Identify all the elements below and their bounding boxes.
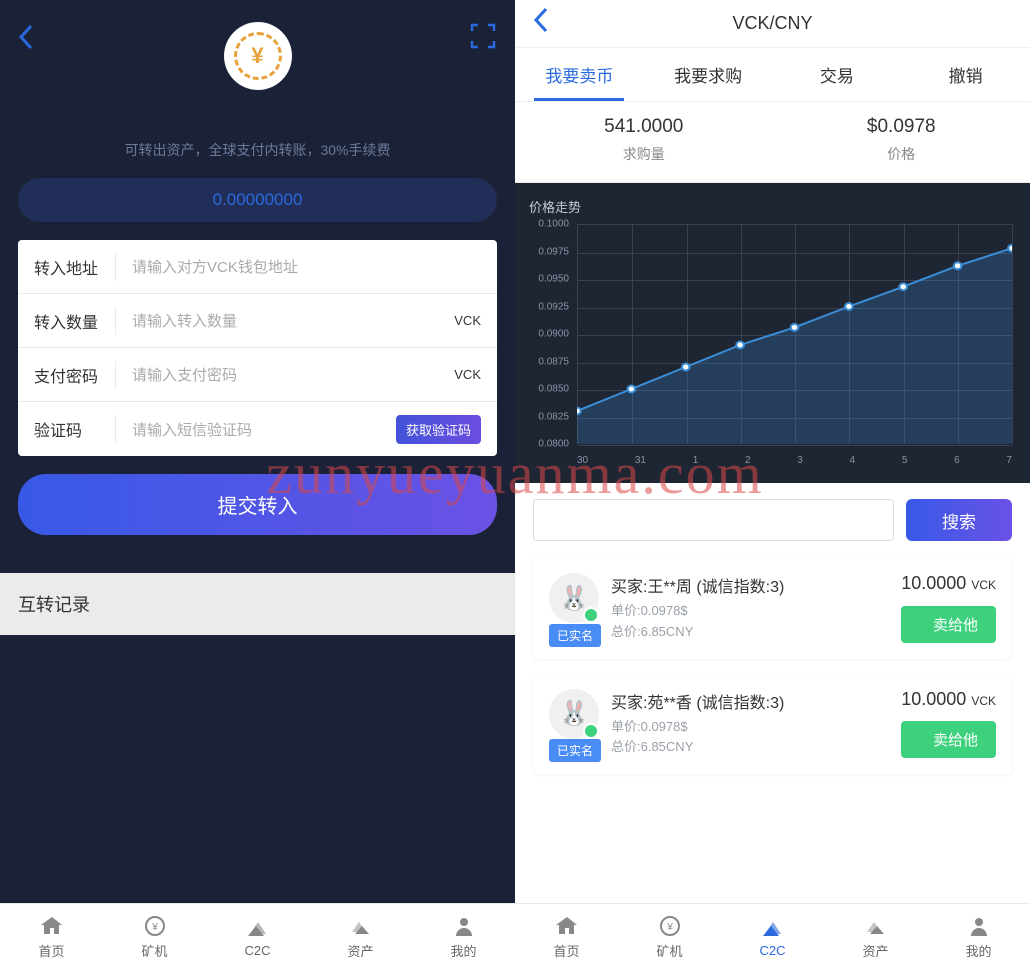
x-tick: 3 [797,455,803,466]
c2c-icon [761,916,785,940]
price-chart: 价格走势 0.1000 0.0975 0.0950 0.0925 0.0900 0.087… [515,183,1030,483]
transfer-screen: ¥ 可转出资产，全球支付内转账，30%手续费 0.00000000 转入地址 请… [0,0,515,969]
svg-text:¥: ¥ [151,922,158,933]
address-label: 转入地址 [34,253,116,281]
x-tick: 5 [902,455,908,466]
chart-title: 价格走势 [529,197,1016,216]
chevron-left-icon [533,7,549,33]
x-tick: 4 [850,455,856,466]
y-tick: 0.0925 [538,301,569,312]
y-tick: 0.0850 [538,384,569,395]
assets-icon [864,914,888,938]
history-section: 互转记录 [0,573,515,635]
x-tick: 7 [1006,455,1012,466]
assets-icon [349,914,373,938]
nav-assets[interactable]: 资产 [309,904,412,969]
nav-c2c[interactable]: C2C [206,904,309,969]
tab-buy[interactable]: 我要求购 [644,48,773,101]
nav-home[interactable]: 首页 [0,904,103,969]
tab-trade[interactable]: 交易 [773,48,902,101]
verified-badge: 已实名 [549,739,601,762]
coin-logo: ¥ [224,22,292,90]
user-icon [452,914,476,938]
x-tick: 1 [693,455,699,466]
back-button-right[interactable] [533,7,549,40]
stats-row: 541.0000 求购量 $0.0978 价格 [515,102,1030,183]
sell-to-button[interactable]: 卖给他 [901,606,996,643]
buyer-unit-price: 单价:0.0978$ [611,601,901,622]
nav-assets[interactable]: 资产 [824,904,927,969]
market-screen: VCK/CNY 我要卖币 我要求购 交易 撤销 541.0000 求购量 $0.… [515,0,1030,969]
x-tick: 31 [635,455,646,466]
nav-mine[interactable]: 我的 [412,904,515,969]
y-tick: 0.0825 [538,411,569,422]
home-icon [555,914,579,938]
y-tick: 0.0800 [538,439,569,450]
buyer-total: 总价:6.85CNY [611,622,901,643]
buyer-name: 买家:王**周 (诚信指数:3) [611,573,901,597]
back-button[interactable] [18,24,34,57]
c2c-icon [246,916,270,940]
y-tick: 0.0975 [538,246,569,257]
amount-input[interactable]: 请输入转入数量VCK [116,310,481,331]
buyer-amount: 10.0000 VCK [901,573,996,594]
balance-display: 0.00000000 [18,178,497,222]
buyer-card: 🐰 买家:王**周 (诚信指数:3) 单价:0.0978$总价:6.85CNY 已实名… [533,557,1012,659]
buy-amount-value: 541.0000 [515,116,773,138]
buyer-total: 总价:6.85CNY [611,737,901,758]
search-button[interactable]: 搜索 [906,499,1012,541]
miner-icon: ¥ [143,914,167,938]
nav-mine[interactable]: 我的 [927,904,1030,969]
x-tick: 30 [577,455,588,466]
market-tabs: 我要卖币 我要求购 交易 撤销 [515,48,1030,102]
x-tick: 6 [954,455,960,466]
price-value: $0.0978 [773,116,1030,138]
tab-sell[interactable]: 我要卖币 [515,48,644,101]
scan-icon [469,22,497,50]
x-tick: 2 [745,455,751,466]
avatar: 🐰 [549,689,599,739]
amount-label: 转入数量 [34,307,116,335]
nav-miner[interactable]: ¥矿机 [103,904,206,969]
buy-amount-label: 求购量 [515,144,773,164]
user-icon [967,914,991,938]
avatar: 🐰 [549,573,599,623]
chevron-left-icon [18,24,34,50]
code-label: 验证码 [34,415,116,443]
y-tick: 0.0950 [538,274,569,285]
scan-button[interactable] [469,22,497,50]
password-input[interactable]: 请输入支付密码VCK [116,364,481,385]
y-tick: 0.0900 [538,329,569,340]
buyer-name: 买家:苑**香 (诚信指数:3) [611,689,901,713]
bottom-nav-left: 首页 ¥矿机 C2C 资产 我的 [0,903,515,969]
nav-c2c[interactable]: C2C [721,904,824,969]
password-label: 支付密码 [34,361,116,389]
transfer-info-text: 可转出资产，全球支付内转账，30%手续费 [18,140,497,160]
get-code-button[interactable]: 获取验证码 [396,415,481,444]
buyer-amount: 10.0000 VCK [901,689,996,710]
y-tick: 0.1000 [538,219,569,230]
price-label: 价格 [773,144,1030,164]
bottom-nav-right: 首页 ¥矿机 C2C 资产 我的 [515,903,1030,969]
svg-text:¥: ¥ [666,922,673,933]
buyer-card: 🐰 买家:苑**香 (诚信指数:3) 单价:0.0978$总价:6.85CNY 已实名… [533,673,1012,775]
search-input[interactable] [533,499,894,541]
transfer-form: 转入地址 请输入对方VCK钱包地址 转入数量 请输入转入数量VCK 支付密码 请… [18,240,497,456]
page-title: VCK/CNY [732,13,812,34]
history-title: 互转记录 [18,591,497,617]
nav-miner[interactable]: ¥矿机 [618,904,721,969]
verified-badge: 已实名 [549,624,601,647]
buyer-unit-price: 单价:0.0978$ [611,717,901,738]
y-tick: 0.0875 [538,356,569,367]
submit-transfer-button[interactable]: 提交转入 [18,474,497,535]
home-icon [40,914,64,938]
tab-cancel[interactable]: 撤销 [901,48,1030,101]
code-input[interactable]: 请输入短信验证码获取验证码 [116,415,481,444]
yen-icon: ¥ [234,32,282,80]
nav-home[interactable]: 首页 [515,904,618,969]
address-input[interactable]: 请输入对方VCK钱包地址 [116,256,481,277]
miner-icon: ¥ [658,914,682,938]
sell-to-button[interactable]: 卖给他 [901,721,996,758]
